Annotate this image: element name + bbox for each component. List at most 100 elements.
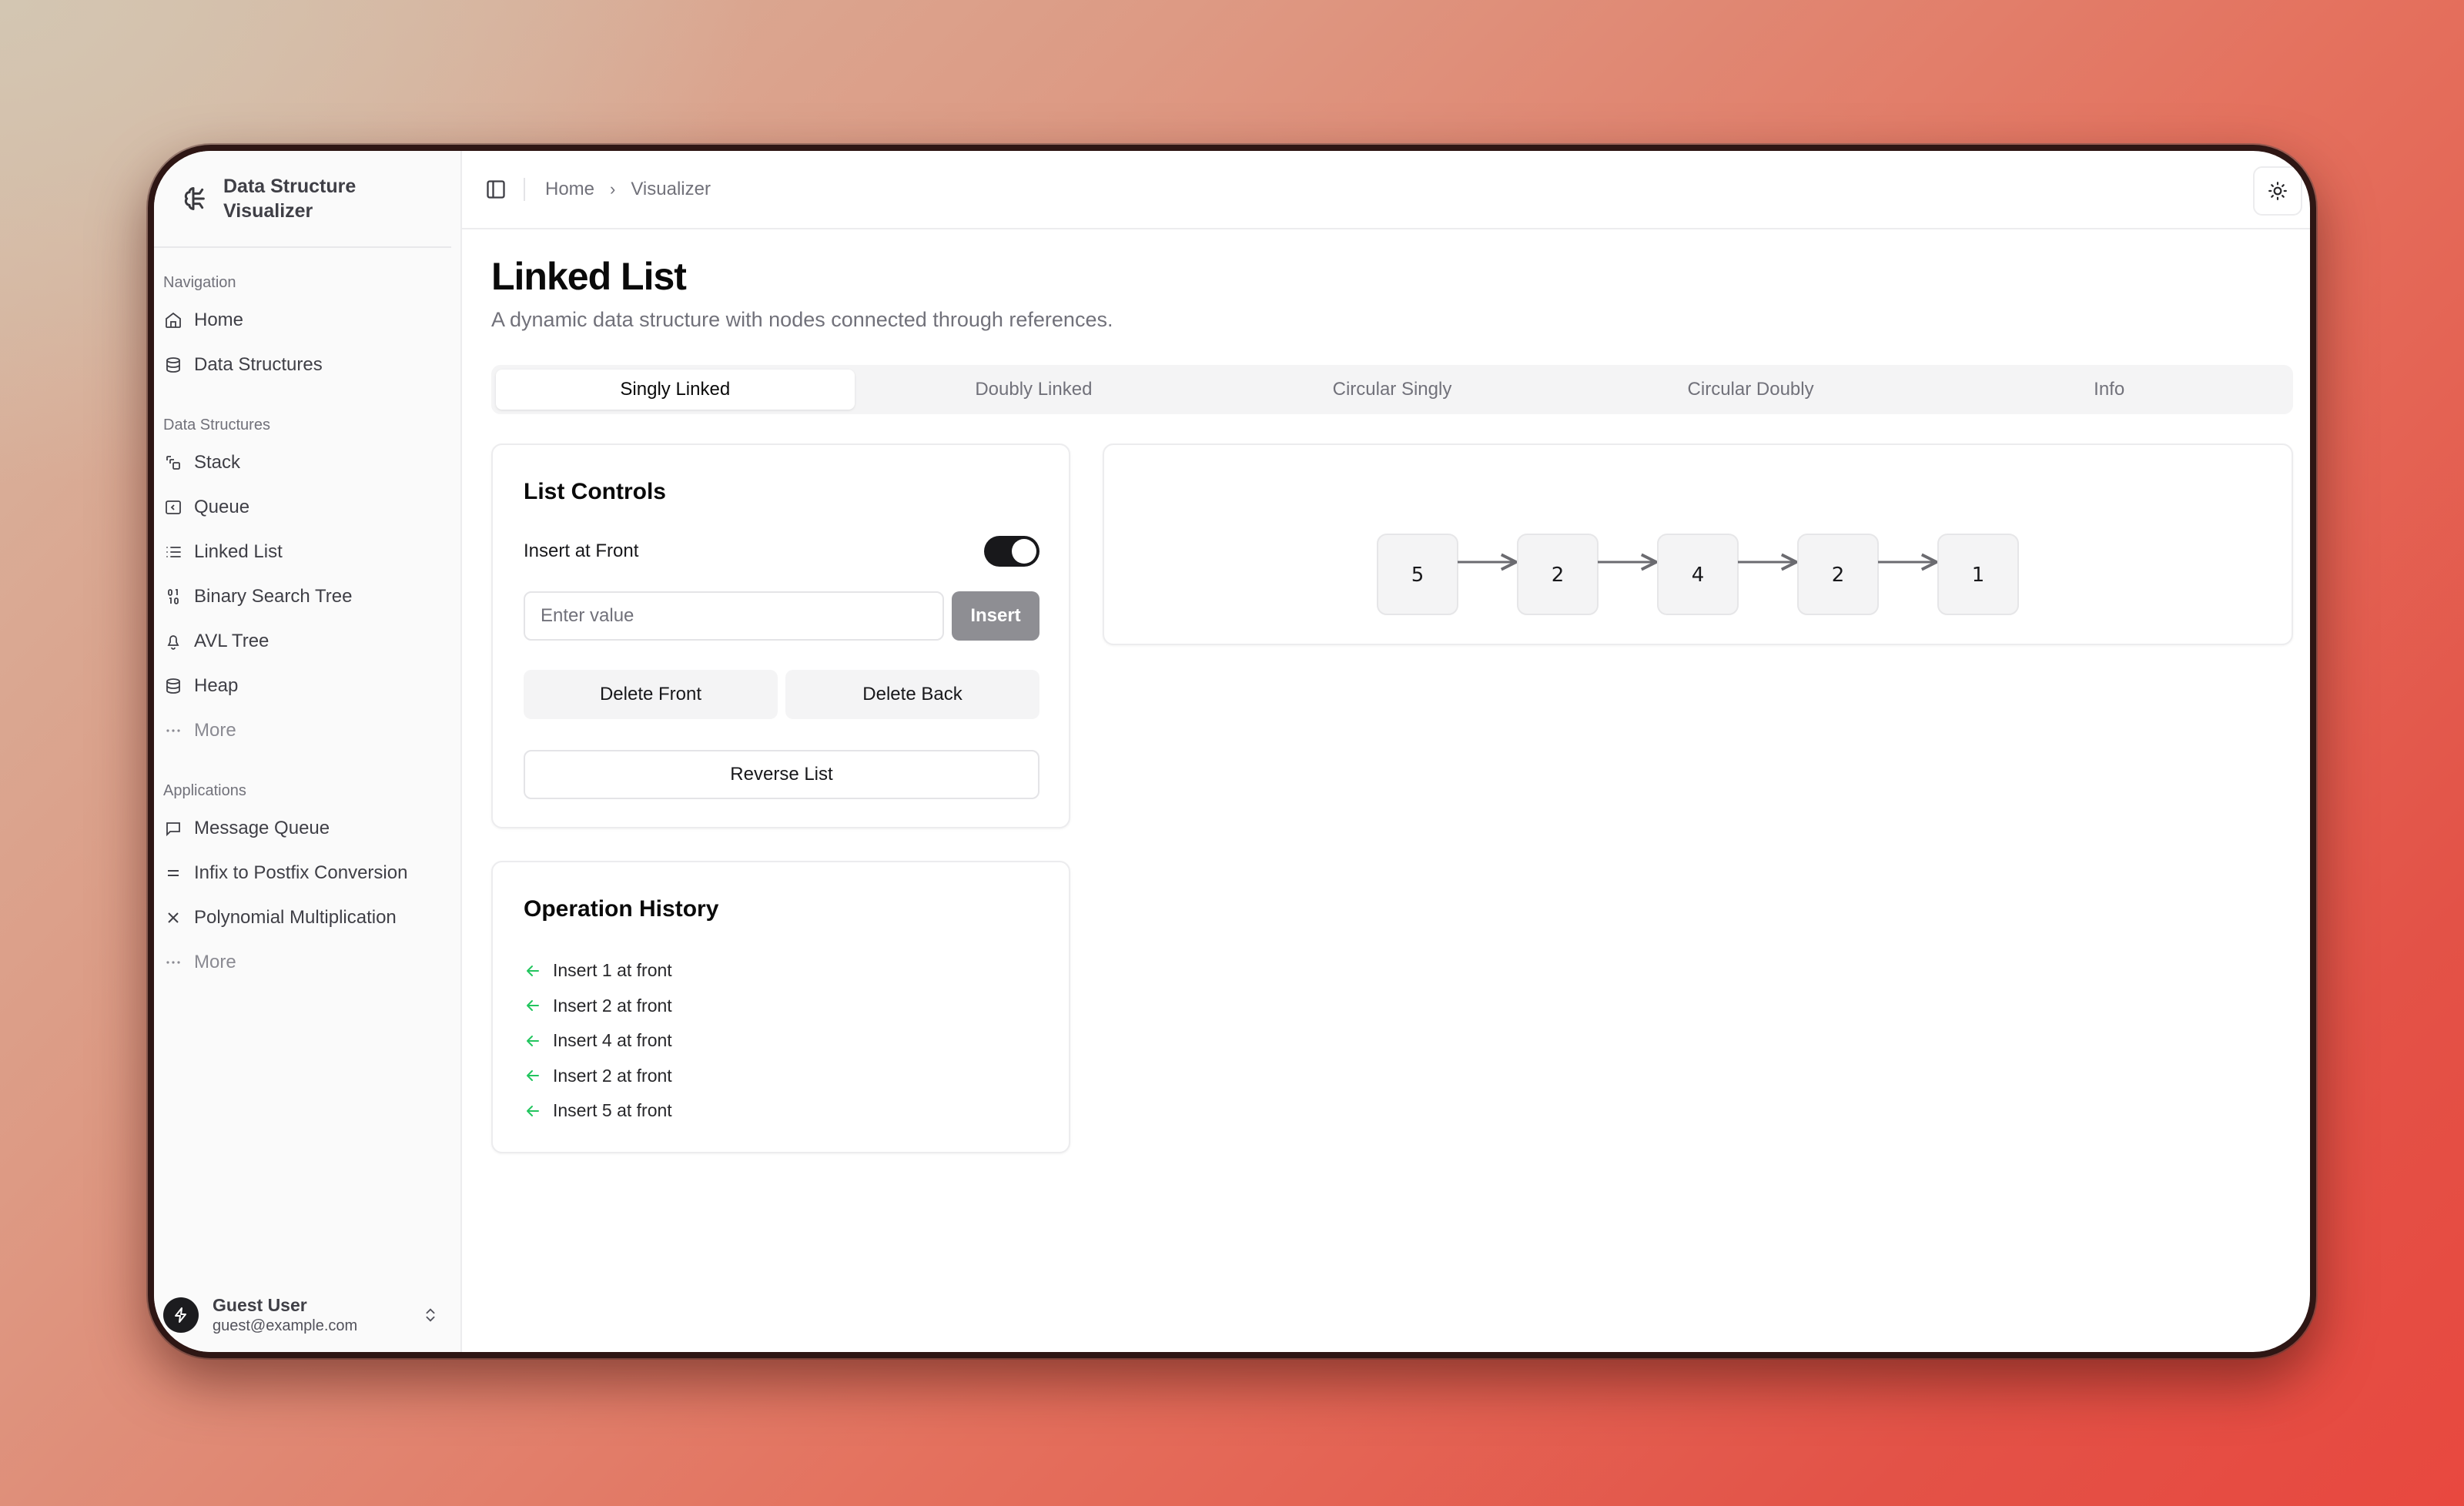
sidebar-item-label: Stack (194, 452, 241, 473)
sidebar-item-message-queue[interactable]: Message Queue (154, 806, 460, 851)
node-value: 1 (1972, 564, 1985, 587)
history-item: Insert 2 at front (524, 1059, 672, 1094)
app-window: Data Structure Visualizer Navigation Hom… (154, 151, 2310, 1352)
insert-at-front-toggle[interactable] (984, 536, 1040, 567)
brand[interactable]: Data Structure Visualizer (154, 151, 451, 248)
arrow-left-icon (527, 1000, 539, 1012)
page-title: Linked List (491, 255, 687, 298)
sidebar-item-label: Polynomial Multiplication (194, 907, 397, 928)
node-value: 2 (1832, 564, 1845, 587)
breadcrumb-current: Visualizer (631, 179, 711, 199)
sidebar-item-binary-search-tree[interactable]: Binary Search Tree (154, 574, 460, 619)
sidebar-item-heap[interactable]: Heap (154, 664, 460, 708)
node-value: 2 (1552, 564, 1565, 587)
sidebar-toggle-icon[interactable] (485, 179, 507, 200)
database-icon (163, 676, 183, 696)
reverse-list-button[interactable]: Reverse List (524, 750, 1040, 799)
arrow-left-icon (527, 1070, 539, 1082)
chevron-right-icon: › (610, 179, 616, 199)
list-icon (163, 542, 183, 562)
insert-at-front-label: Insert at Front (524, 540, 639, 561)
content: Linked List A dynamic data structure wit… (491, 228, 2293, 1352)
list-node[interactable]: 2 (1797, 534, 1879, 615)
history-list: Insert 1 at front Insert 2 at front Insert… (524, 953, 672, 1129)
node-value: 5 (1411, 564, 1424, 587)
more-icon (163, 721, 183, 741)
bell-icon (163, 631, 183, 651)
stack-icon (163, 453, 183, 473)
sun-icon (2268, 182, 2287, 200)
operation-history-card: Operation History Insert 1 at front Inser… (491, 861, 1070, 1153)
tab-circular-singly[interactable]: Circular Singly (1213, 370, 1572, 410)
brain-icon (184, 187, 205, 210)
breadcrumb-home[interactable]: Home (545, 179, 594, 200)
node-value: 4 (1692, 564, 1705, 587)
breadcrumb: Home › Visualizer (545, 179, 711, 200)
list-node[interactable]: 5 (1377, 534, 1458, 615)
toggle-knob (1012, 539, 1036, 564)
linked-list-diagram: 5 2 4 2 1 (1377, 534, 2019, 615)
sidebar-item-linked-list[interactable]: Linked List (154, 530, 460, 574)
database-icon (163, 355, 183, 375)
sidebar-item-label: Data Structures (194, 354, 323, 375)
sidebar-item-label: More (194, 720, 236, 741)
sidebar-item-label: Binary Search Tree (194, 586, 353, 607)
device-frame: Data Structure Visualizer Navigation Hom… (148, 145, 2316, 1358)
arrow-left-icon (527, 1035, 539, 1046)
history-item: Insert 4 at front (524, 1023, 672, 1059)
list-node[interactable]: 2 (1517, 534, 1599, 615)
brand-title-line2: Visualizer (223, 200, 313, 222)
sidebar-item-label: Heap (194, 675, 239, 696)
tab-info[interactable]: Info (1930, 370, 2288, 410)
sidebar-item-label: More (194, 952, 236, 972)
insert-button[interactable]: Insert (952, 591, 1040, 641)
history-item: Insert 2 at front (524, 989, 672, 1024)
arrow-left-icon (527, 965, 539, 976)
list-node[interactable]: 4 (1657, 534, 1739, 615)
theme-toggle-button[interactable] (2253, 166, 2302, 216)
history-item-text: Insert 1 at front (553, 960, 672, 981)
brand-title-line1: Data Structure (223, 176, 357, 197)
tab-circular-doubly[interactable]: Circular Doubly (1572, 370, 1930, 410)
sidebar-item-label: Infix to Postfix Conversion (194, 862, 408, 883)
zap-icon (175, 1307, 186, 1323)
arrow-left-icon (527, 1105, 539, 1116)
value-input[interactable] (524, 591, 944, 641)
user-name: Guest User (213, 1295, 307, 1315)
divider (524, 178, 525, 201)
card-title: List Controls (524, 479, 666, 504)
sidebar-item-queue[interactable]: Queue (154, 485, 460, 530)
sidebar-item-label: Home (194, 310, 244, 330)
sidebar-item-polynomial[interactable]: Polynomial Multiplication (154, 895, 460, 940)
sidebar-item-data-structures[interactable]: Data Structures (154, 343, 460, 387)
card-title: Operation History (524, 896, 719, 922)
sidebar-item-avl-tree[interactable]: AVL Tree (154, 619, 460, 664)
history-item-text: Insert 2 at front (553, 995, 672, 1016)
history-item-text: Insert 2 at front (553, 1065, 672, 1086)
sidebar-item-more-structures[interactable]: More (154, 708, 460, 753)
sidebar-item-stack[interactable]: Stack (154, 440, 460, 485)
sidebar-item-infix-postfix[interactable]: Infix to Postfix Conversion (154, 851, 460, 895)
delete-back-button[interactable]: Delete Back (785, 670, 1040, 719)
history-item: Insert 5 at front (524, 1093, 672, 1129)
tab-singly-linked[interactable]: Singly Linked (496, 370, 855, 410)
main-area: Home › Visualizer Linked List A dynamic … (462, 151, 2310, 1352)
multiply-icon (163, 908, 183, 928)
sidebar-item-label: AVL Tree (194, 631, 270, 651)
binary-icon (163, 587, 183, 607)
nav-group-navigation: Navigation Home Data Structures (154, 274, 460, 387)
group-label: Navigation (163, 274, 236, 291)
group-label: Applications (163, 782, 246, 799)
more-icon (163, 952, 183, 972)
sidebar-item-label: Message Queue (194, 818, 330, 838)
equals-icon (163, 863, 183, 883)
sidebar-item-more-applications[interactable]: More (154, 940, 460, 985)
tab-doubly-linked[interactable]: Doubly Linked (855, 370, 1214, 410)
sidebar-item-home[interactable]: Home (154, 298, 460, 343)
list-node[interactable]: 1 (1937, 534, 2019, 615)
delete-front-button[interactable]: Delete Front (524, 670, 778, 719)
list-visualization: 5 2 4 2 1 (1103, 443, 2293, 645)
sidebar-item-label: Queue (194, 497, 250, 517)
history-item-text: Insert 4 at front (553, 1030, 672, 1051)
user-menu[interactable]: Guest User guest@example.com (163, 1284, 451, 1346)
